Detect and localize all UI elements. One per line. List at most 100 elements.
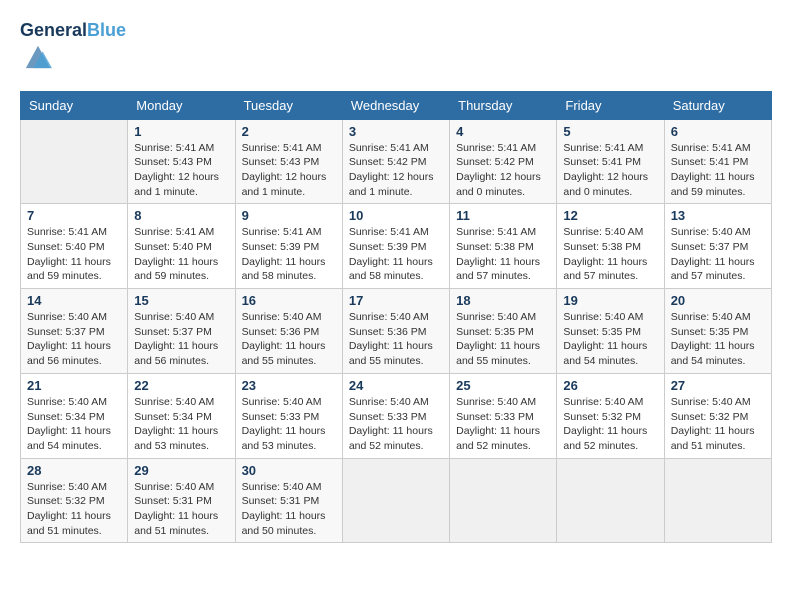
calendar-week-row: 14 Sunrise: 5:40 AMSunset: 5:37 PMDaylig…: [21, 289, 772, 374]
calendar-day-cell: 27 Sunrise: 5:40 AMSunset: 5:32 PMDaylig…: [664, 373, 771, 458]
calendar-day-cell: 15 Sunrise: 5:40 AMSunset: 5:37 PMDaylig…: [128, 289, 235, 374]
day-number: 19: [563, 293, 657, 308]
day-number: 4: [456, 124, 550, 139]
day-info: Sunrise: 5:40 AMSunset: 5:33 PMDaylight:…: [456, 395, 550, 454]
day-number: 30: [242, 463, 336, 478]
calendar-day-cell: 10 Sunrise: 5:41 AMSunset: 5:39 PMDaylig…: [342, 204, 449, 289]
day-info: Sunrise: 5:41 AMSunset: 5:39 PMDaylight:…: [242, 225, 336, 284]
day-info: Sunrise: 5:40 AMSunset: 5:31 PMDaylight:…: [134, 480, 228, 539]
day-info: Sunrise: 5:41 AMSunset: 5:40 PMDaylight:…: [27, 225, 121, 284]
calendar-week-row: 28 Sunrise: 5:40 AMSunset: 5:32 PMDaylig…: [21, 458, 772, 543]
calendar-day-cell: 7 Sunrise: 5:41 AMSunset: 5:40 PMDayligh…: [21, 204, 128, 289]
day-number: 23: [242, 378, 336, 393]
day-info: Sunrise: 5:40 AMSunset: 5:33 PMDaylight:…: [349, 395, 443, 454]
day-number: 12: [563, 208, 657, 223]
calendar-day-cell: 20 Sunrise: 5:40 AMSunset: 5:35 PMDaylig…: [664, 289, 771, 374]
calendar-weekday-header: Tuesday: [235, 91, 342, 119]
calendar-weekday-header: Wednesday: [342, 91, 449, 119]
day-number: 21: [27, 378, 121, 393]
calendar-weekday-header: Saturday: [664, 91, 771, 119]
day-number: 8: [134, 208, 228, 223]
day-info: Sunrise: 5:40 AMSunset: 5:35 PMDaylight:…: [456, 310, 550, 369]
day-info: Sunrise: 5:40 AMSunset: 5:37 PMDaylight:…: [27, 310, 121, 369]
day-number: 22: [134, 378, 228, 393]
calendar-day-cell: 3 Sunrise: 5:41 AMSunset: 5:42 PMDayligh…: [342, 119, 449, 204]
calendar-day-cell: 11 Sunrise: 5:41 AMSunset: 5:38 PMDaylig…: [450, 204, 557, 289]
calendar-day-cell: 8 Sunrise: 5:41 AMSunset: 5:40 PMDayligh…: [128, 204, 235, 289]
calendar-body: 1 Sunrise: 5:41 AMSunset: 5:43 PMDayligh…: [21, 119, 772, 543]
calendar-day-cell: 23 Sunrise: 5:40 AMSunset: 5:33 PMDaylig…: [235, 373, 342, 458]
day-info: Sunrise: 5:41 AMSunset: 5:42 PMDaylight:…: [456, 141, 550, 200]
page-header: GeneralBlue: [20, 20, 772, 75]
day-number: 29: [134, 463, 228, 478]
calendar-weekday-header: Sunday: [21, 91, 128, 119]
day-number: 20: [671, 293, 765, 308]
calendar-header-row: SundayMondayTuesdayWednesdayThursdayFrid…: [21, 91, 772, 119]
day-number: 5: [563, 124, 657, 139]
day-info: Sunrise: 5:40 AMSunset: 5:35 PMDaylight:…: [671, 310, 765, 369]
calendar-day-cell: 1 Sunrise: 5:41 AMSunset: 5:43 PMDayligh…: [128, 119, 235, 204]
calendar-day-cell: [342, 458, 449, 543]
calendar-day-cell: 17 Sunrise: 5:40 AMSunset: 5:36 PMDaylig…: [342, 289, 449, 374]
calendar-day-cell: [450, 458, 557, 543]
day-info: Sunrise: 5:40 AMSunset: 5:38 PMDaylight:…: [563, 225, 657, 284]
logo-text: GeneralBlue: [20, 20, 126, 42]
logo-icon: [24, 42, 52, 70]
calendar-day-cell: 9 Sunrise: 5:41 AMSunset: 5:39 PMDayligh…: [235, 204, 342, 289]
calendar-weekday-header: Monday: [128, 91, 235, 119]
calendar-day-cell: 5 Sunrise: 5:41 AMSunset: 5:41 PMDayligh…: [557, 119, 664, 204]
day-info: Sunrise: 5:41 AMSunset: 5:41 PMDaylight:…: [671, 141, 765, 200]
calendar-day-cell: [557, 458, 664, 543]
day-info: Sunrise: 5:40 AMSunset: 5:34 PMDaylight:…: [134, 395, 228, 454]
day-number: 16: [242, 293, 336, 308]
day-info: Sunrise: 5:41 AMSunset: 5:41 PMDaylight:…: [563, 141, 657, 200]
calendar-day-cell: 4 Sunrise: 5:41 AMSunset: 5:42 PMDayligh…: [450, 119, 557, 204]
day-number: 14: [27, 293, 121, 308]
calendar-day-cell: 14 Sunrise: 5:40 AMSunset: 5:37 PMDaylig…: [21, 289, 128, 374]
calendar-weekday-header: Friday: [557, 91, 664, 119]
calendar-week-row: 21 Sunrise: 5:40 AMSunset: 5:34 PMDaylig…: [21, 373, 772, 458]
day-number: 26: [563, 378, 657, 393]
calendar-day-cell: 12 Sunrise: 5:40 AMSunset: 5:38 PMDaylig…: [557, 204, 664, 289]
day-number: 25: [456, 378, 550, 393]
day-number: 6: [671, 124, 765, 139]
calendar-day-cell: 22 Sunrise: 5:40 AMSunset: 5:34 PMDaylig…: [128, 373, 235, 458]
calendar-day-cell: [664, 458, 771, 543]
calendar-table: SundayMondayTuesdayWednesdayThursdayFrid…: [20, 91, 772, 544]
calendar-day-cell: 25 Sunrise: 5:40 AMSunset: 5:33 PMDaylig…: [450, 373, 557, 458]
day-number: 10: [349, 208, 443, 223]
calendar-week-row: 1 Sunrise: 5:41 AMSunset: 5:43 PMDayligh…: [21, 119, 772, 204]
day-info: Sunrise: 5:40 AMSunset: 5:31 PMDaylight:…: [242, 480, 336, 539]
calendar-day-cell: 29 Sunrise: 5:40 AMSunset: 5:31 PMDaylig…: [128, 458, 235, 543]
day-info: Sunrise: 5:40 AMSunset: 5:35 PMDaylight:…: [563, 310, 657, 369]
day-info: Sunrise: 5:40 AMSunset: 5:37 PMDaylight:…: [134, 310, 228, 369]
day-number: 11: [456, 208, 550, 223]
day-info: Sunrise: 5:40 AMSunset: 5:34 PMDaylight:…: [27, 395, 121, 454]
calendar-day-cell: 26 Sunrise: 5:40 AMSunset: 5:32 PMDaylig…: [557, 373, 664, 458]
day-number: 13: [671, 208, 765, 223]
day-number: 1: [134, 124, 228, 139]
day-info: Sunrise: 5:40 AMSunset: 5:36 PMDaylight:…: [242, 310, 336, 369]
day-info: Sunrise: 5:41 AMSunset: 5:43 PMDaylight:…: [242, 141, 336, 200]
day-number: 27: [671, 378, 765, 393]
day-info: Sunrise: 5:40 AMSunset: 5:32 PMDaylight:…: [671, 395, 765, 454]
day-number: 24: [349, 378, 443, 393]
day-info: Sunrise: 5:40 AMSunset: 5:32 PMDaylight:…: [563, 395, 657, 454]
calendar-week-row: 7 Sunrise: 5:41 AMSunset: 5:40 PMDayligh…: [21, 204, 772, 289]
day-info: Sunrise: 5:41 AMSunset: 5:42 PMDaylight:…: [349, 141, 443, 200]
calendar-day-cell: 24 Sunrise: 5:40 AMSunset: 5:33 PMDaylig…: [342, 373, 449, 458]
calendar-day-cell: 6 Sunrise: 5:41 AMSunset: 5:41 PMDayligh…: [664, 119, 771, 204]
day-number: 2: [242, 124, 336, 139]
day-number: 17: [349, 293, 443, 308]
day-number: 15: [134, 293, 228, 308]
day-number: 7: [27, 208, 121, 223]
day-info: Sunrise: 5:41 AMSunset: 5:43 PMDaylight:…: [134, 141, 228, 200]
day-info: Sunrise: 5:40 AMSunset: 5:33 PMDaylight:…: [242, 395, 336, 454]
day-number: 9: [242, 208, 336, 223]
calendar-day-cell: 21 Sunrise: 5:40 AMSunset: 5:34 PMDaylig…: [21, 373, 128, 458]
calendar-day-cell: [21, 119, 128, 204]
calendar-day-cell: 18 Sunrise: 5:40 AMSunset: 5:35 PMDaylig…: [450, 289, 557, 374]
day-info: Sunrise: 5:41 AMSunset: 5:38 PMDaylight:…: [456, 225, 550, 284]
logo: GeneralBlue: [20, 20, 126, 75]
calendar-day-cell: 30 Sunrise: 5:40 AMSunset: 5:31 PMDaylig…: [235, 458, 342, 543]
